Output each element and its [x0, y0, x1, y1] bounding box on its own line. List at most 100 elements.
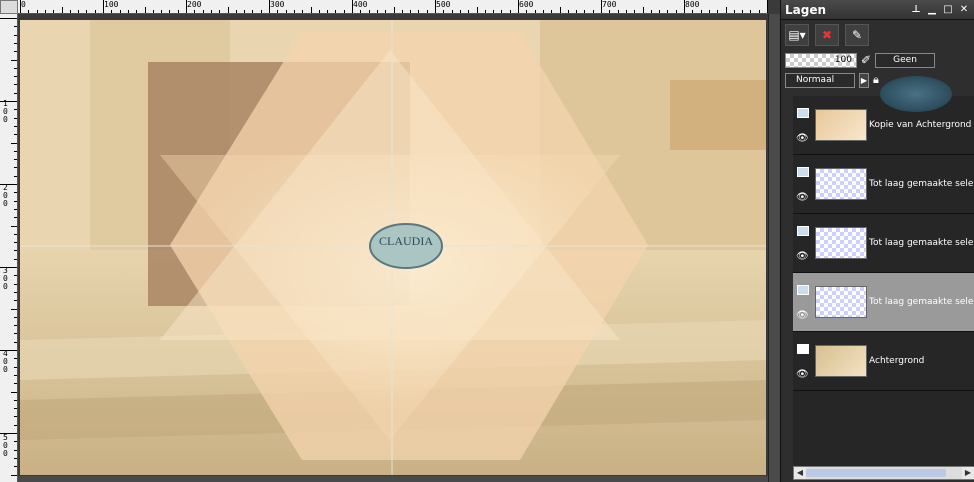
ruler-tick	[14, 325, 17, 327]
ruler-tick	[86, 10, 88, 13]
ruler-tick	[0, 350, 17, 351]
ruler-tick	[551, 10, 553, 13]
ruler-tick	[468, 10, 470, 13]
ruler-top-label: 200	[187, 0, 202, 9]
ruler-tick	[758, 10, 760, 13]
blend-arrow-icon[interactable]: ▶	[859, 72, 869, 88]
ruler-tick	[708, 10, 710, 13]
ruler-tick	[177, 10, 179, 13]
ruler-tick	[14, 242, 17, 244]
ruler-tick	[14, 250, 17, 252]
ruler-tick	[750, 10, 752, 13]
ruler-tick	[103, 0, 104, 13]
ruler-tick	[14, 125, 17, 127]
eye-icon[interactable]: 👁︎	[796, 192, 809, 203]
layers-panel-titlebar[interactable]: Lagen ⊥ ▁ □ ✕	[781, 0, 974, 20]
ruler-tick	[14, 457, 17, 459]
ruler-tick	[11, 59, 17, 61]
eye-icon[interactable]: 👁︎	[796, 310, 809, 321]
ruler-tick	[285, 10, 287, 13]
properties-icon: ✎	[851, 28, 863, 42]
ruler-tick	[69, 10, 71, 13]
raster-layer-icon	[797, 285, 809, 295]
ruler-tick	[509, 10, 511, 13]
ruler-tick	[227, 7, 229, 13]
ruler-tick	[53, 10, 55, 13]
ruler-tick	[14, 358, 17, 360]
canvas-horizontal-scrollbar[interactable]	[18, 476, 768, 482]
eye-icon[interactable]: 👁︎	[796, 369, 809, 380]
layer-row[interactable]: 👁︎ Tot laag gemaakte selectie	[793, 155, 974, 214]
ruler-tick	[14, 408, 17, 410]
ruler-tick	[426, 10, 428, 13]
ruler-tick	[410, 10, 412, 13]
eye-icon[interactable]: 👁︎	[796, 251, 809, 262]
scroll-right-icon[interactable]: ▶	[962, 467, 974, 479]
mask-dropdown[interactable]: Geen	[875, 52, 936, 68]
ruler-tick	[194, 10, 196, 13]
scrollbar-thumb[interactable]	[806, 469, 946, 477]
new-layer-button[interactable]: ▤▾	[785, 24, 809, 46]
ruler-tick	[235, 10, 237, 13]
ruler-tick	[14, 109, 17, 111]
layer-name: Tot laag gemaakte selectie	[869, 179, 973, 189]
layer-row-selected[interactable]: 👁︎ Tot laag gemaakte selectie	[793, 273, 974, 332]
scroll-left-icon[interactable]: ◀	[794, 467, 806, 479]
image-canvas[interactable]: CLAUDIA	[20, 20, 766, 475]
ruler-tick	[244, 10, 246, 13]
ruler-tick	[78, 10, 80, 13]
pin-icon[interactable]: ⊥	[910, 4, 922, 16]
minimize-icon[interactable]: ▁	[926, 4, 938, 16]
eye-icon[interactable]: 👁︎	[796, 133, 809, 144]
watermark-text: CLAUDIA	[379, 234, 433, 248]
ruler-tick	[219, 10, 221, 13]
ruler-tick	[14, 159, 17, 161]
opacity-input[interactable]: 100	[785, 52, 857, 68]
background-layer-icon	[797, 344, 809, 354]
ruler-tick	[667, 10, 669, 13]
ruler-tick	[592, 10, 594, 13]
layer-properties-button[interactable]: ✎	[845, 24, 869, 46]
ruler-tick	[401, 10, 403, 13]
layer-name: Tot laag gemaakte selectie	[869, 297, 973, 307]
ruler-tick	[14, 150, 17, 152]
close-icon[interactable]: ✕	[958, 4, 970, 16]
ruler-tick	[293, 10, 295, 13]
ruler-tick	[767, 0, 768, 13]
ruler-tick	[368, 10, 370, 13]
ruler-tick	[617, 10, 619, 13]
ruler-tick	[435, 0, 436, 13]
brush-icon: ✐	[861, 53, 872, 67]
layers-horizontal-scrollbar[interactable]: ◀ ▶	[793, 466, 974, 480]
layer-name: Tot laag gemaakte selectie	[869, 238, 973, 248]
ruler-corner	[0, 0, 18, 14]
layer-name: Kopie van Achtergrond	[869, 120, 972, 130]
canvas-vertical-scrollbar[interactable]	[768, 14, 780, 482]
ruler-tick	[14, 192, 17, 194]
raster-layer-icon	[797, 108, 809, 118]
ruler-tick	[14, 374, 17, 376]
lock-icon[interactable]: 🔒︎	[873, 73, 879, 87]
ruler-tick	[152, 10, 154, 13]
ruler-tick	[14, 316, 17, 318]
ruler-left-label: 3 0 0	[3, 266, 8, 291]
layer-row[interactable]: 👁︎ Achtergrond	[793, 332, 974, 391]
ruler-tick	[14, 424, 17, 426]
layer-thumbnail	[815, 345, 867, 377]
delete-layer-button[interactable]: ✖	[815, 24, 839, 46]
ruler-top-label: 800	[685, 0, 700, 9]
layer-thumbnail	[815, 286, 867, 318]
ruler-tick	[501, 10, 503, 13]
ruler-tick	[14, 84, 17, 86]
maximize-icon[interactable]: □	[942, 4, 954, 16]
ruler-top-label: 100	[104, 0, 119, 9]
ruler-top: 0 100 200 300 400 500 600 700 800	[18, 0, 768, 14]
layer-row[interactable]: 👁︎ Kopie van Achtergrond	[793, 96, 974, 155]
ruler-tick	[0, 267, 17, 268]
ruler-tick	[14, 200, 17, 202]
layer-list: 👁︎ Kopie van Achtergrond 👁︎ Tot laag gem…	[793, 96, 974, 466]
ruler-top-label: 500	[436, 0, 451, 9]
canvas-area[interactable]: 0 100 200 300 400 500 600 700 800 1 0 0 …	[0, 0, 780, 482]
layer-row[interactable]: 👁︎ Tot laag gemaakte selectie	[793, 214, 974, 273]
blend-mode-select[interactable]: Normaal	[785, 72, 855, 88]
